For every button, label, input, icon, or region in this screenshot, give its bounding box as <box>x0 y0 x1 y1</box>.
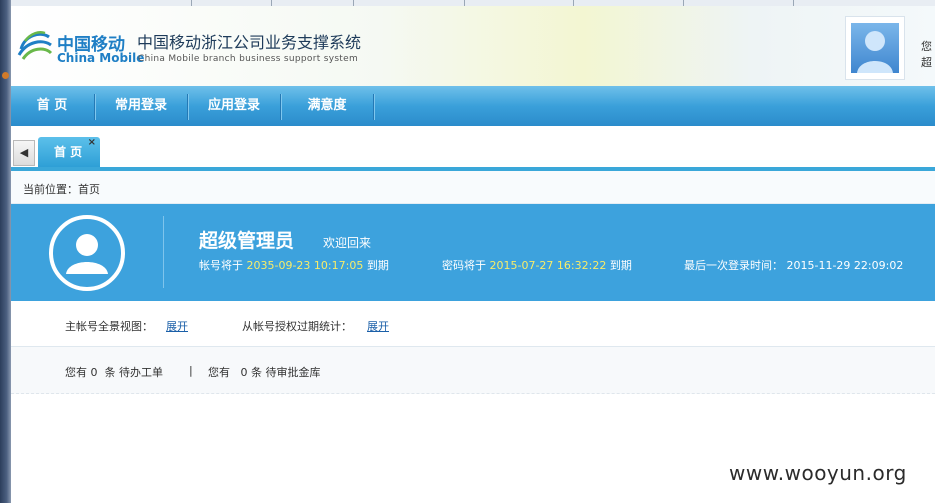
nav-item-satisfaction[interactable]: 满意度 <box>281 86 373 126</box>
brand-name-en: China Mobile <box>57 51 145 65</box>
pending-vault-approvals[interactable]: 您有 0 条 待审批金库 <box>208 364 320 380</box>
nav-item-app-login[interactable]: 应用登录 <box>188 86 280 126</box>
sub-account-expand-link[interactable]: 展开 <box>367 318 389 334</box>
main-nav: 首 页 常用登录 应用登录 满意度 <box>11 86 935 126</box>
window-edge <box>0 0 11 503</box>
app-root: 中国移动 China Mobile 中国移动浙江公司业务支撑系统 China M… <box>0 0 935 503</box>
user-greeting-fragment: 您 <box>921 40 932 53</box>
todo-row: 您有 0 条 待办工单 | 您有 0 条 待审批金库 <box>11 347 935 394</box>
todo-separator: | <box>189 364 193 377</box>
account-expiry-suffix: 到期 <box>366 259 389 272</box>
account-expiry: 帐号将于 2035-09-23 10:17:05 到期 <box>199 257 389 273</box>
header-avatar[interactable] <box>845 16 905 80</box>
user-name-fragment: 超 <box>921 56 932 69</box>
master-account-expand-link[interactable]: 展开 <box>166 318 188 334</box>
breadcrumb-text: 当前位置：首页 <box>23 183 100 196</box>
china-mobile-logo-icon <box>17 31 53 60</box>
account-expiry-label: 帐号将于 <box>199 259 243 272</box>
watermark-text: www.wooyun.org <box>729 461 907 485</box>
system-title-cn: 中国移动浙江公司业务支撑系统 <box>137 33 362 52</box>
user-role-title: 超级管理员 <box>199 230 295 252</box>
tab-bar <box>11 126 935 171</box>
breadcrumb: 当前位置：首页 <box>11 171 935 204</box>
password-expiry-label: 密码将于 <box>442 259 486 272</box>
sub-account-expiry-label: 从帐号授权过期统计： <box>242 320 352 333</box>
last-login-time: 2015-11-29 22:09:02 <box>786 259 904 272</box>
last-login: 最后一次登录时间： 2015-11-29 22:09:02 <box>684 257 903 273</box>
user-avatar-icon <box>49 215 125 291</box>
tab-home[interactable]: 首 页 × <box>38 137 100 167</box>
tab-scroll-left-button[interactable]: ◀ <box>13 140 35 166</box>
account-expiry-date: 2035-09-23 10:17:05 <box>246 259 364 272</box>
pending-work-orders[interactable]: 您有 0 条 待办工单 <box>65 364 163 380</box>
header: 中国移动 China Mobile 中国移动浙江公司业务支撑系统 China M… <box>11 6 935 86</box>
welcome-text: 欢迎回来 <box>323 236 372 250</box>
password-expiry: 密码将于 2015-07-27 16:32:22 到期 <box>442 257 632 273</box>
master-account-view-label: 主帐号全景视图： <box>65 320 153 333</box>
nav-item-home[interactable]: 首 页 <box>11 86 93 126</box>
tab-home-label: 首 页 <box>54 145 83 159</box>
nav-item-common-login[interactable]: 常用登录 <box>95 86 187 126</box>
user-silhouette-icon <box>851 23 899 73</box>
nav-separator <box>373 94 374 120</box>
account-stats-row: 主帐号全景视图： 展开 从帐号授权过期统计： 展开 <box>11 301 935 347</box>
close-icon[interactable]: × <box>88 128 96 158</box>
user-banner: 超级管理员 欢迎回来 帐号将于 2035-09-23 10:17:05 到期 密… <box>11 204 935 301</box>
last-login-label: 最后一次登录时间： <box>684 259 783 272</box>
window-edge-mark <box>2 72 9 79</box>
password-expiry-suffix: 到期 <box>609 259 632 272</box>
password-expiry-date: 2015-07-27 16:32:22 <box>489 259 607 272</box>
banner-divider <box>163 216 164 288</box>
system-title-en: China Mobile branch business support sys… <box>138 54 359 64</box>
